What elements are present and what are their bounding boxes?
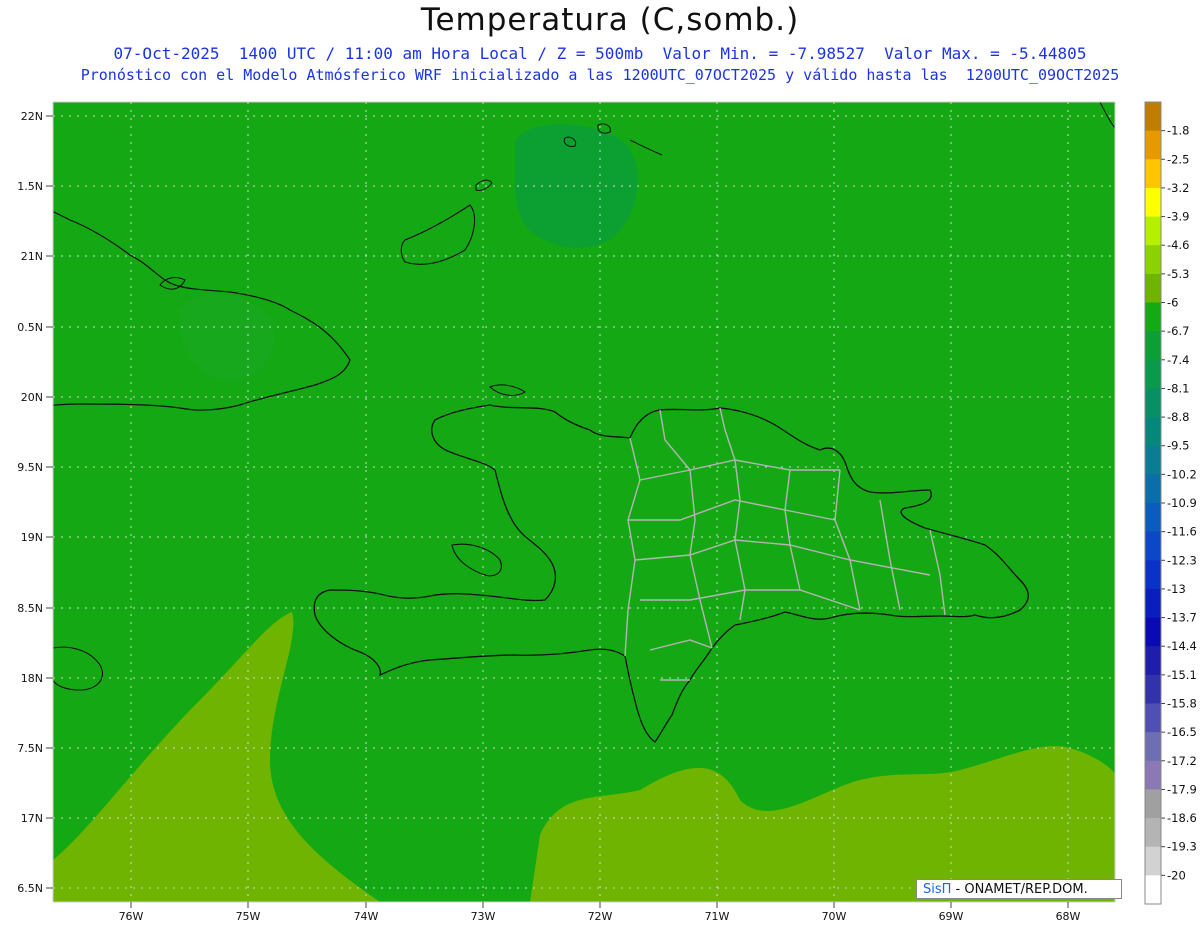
colorbar-swatch — [1145, 846, 1161, 876]
colorbar-label: -14.4 — [1167, 639, 1197, 653]
lon-label: 71W — [705, 910, 730, 923]
colorbar-label: -19.3 — [1167, 840, 1197, 854]
colorbar-swatch — [1145, 617, 1161, 647]
temperature-field — [53, 102, 1115, 902]
colorbar: -1.8 -2.5 -3.2 -3.9 -4.6 -5.3 -6 -6.7 -7.4 -8.1 -8… — [1144, 101, 1197, 905]
colorbar-swatch — [1145, 302, 1161, 332]
colorbar-label: -17.2 — [1167, 754, 1197, 768]
colorbar-swatch — [1145, 531, 1161, 561]
colorbar-swatch — [1145, 159, 1161, 189]
colorbar-swatch — [1145, 445, 1161, 475]
colorbar-label: -7.4 — [1167, 353, 1189, 367]
colorbar-swatch — [1145, 102, 1161, 132]
colorbar-swatch — [1145, 503, 1161, 533]
colorbar-swatch — [1145, 474, 1161, 504]
longitude-ticks — [130, 902, 1069, 908]
colorbar-label: -9.5 — [1167, 439, 1189, 453]
lat-label: 17N — [21, 812, 43, 825]
colorbar-swatch — [1145, 646, 1161, 676]
colorbar-label: -16.5 — [1167, 725, 1197, 739]
colorbar-swatch — [1145, 245, 1161, 275]
lon-label: 74W — [354, 910, 379, 923]
colorbar-swatch — [1145, 760, 1161, 790]
lat-label: 19N — [21, 531, 43, 544]
lat-label: 21N — [21, 250, 43, 263]
colorbar-label: -10.2 — [1167, 467, 1197, 481]
colorbar-swatch — [1145, 703, 1161, 733]
colorbar-label: -10.9 — [1167, 496, 1197, 510]
colorbar-swatch — [1145, 130, 1161, 160]
colorbar-swatch — [1145, 588, 1161, 619]
credit-box: SisΠ - ONAMET/REP.DOM. — [916, 879, 1122, 899]
credit-sis-logo: SisΠ — [923, 882, 952, 897]
lat-label: 7.5N — [17, 742, 43, 755]
colorbar-label: -13 — [1167, 582, 1186, 596]
colorbar-label: -17.9 — [1167, 782, 1197, 796]
lat-label: 9.5N — [17, 461, 43, 474]
colorbar-label: -6.7 — [1167, 324, 1189, 338]
lon-label: 70W — [822, 910, 847, 923]
colorbar-swatch — [1145, 560, 1161, 590]
lon-label: 69W — [939, 910, 964, 923]
colorbar-swatch — [1145, 417, 1161, 447]
colorbar-label: -3.2 — [1167, 181, 1189, 195]
colorbar-swatch — [1145, 359, 1161, 389]
forecast-map: 22N 1.5N 21N 0.5N 20N 9.5N 19N 8.5N 18N … — [17, 101, 1197, 923]
latitude-ticks — [46, 115, 53, 889]
colorbar-swatch — [1145, 732, 1161, 762]
lat-label: 0.5N — [17, 321, 43, 334]
colorbar-label: -20 — [1167, 868, 1186, 882]
colorbar-label: -11.6 — [1167, 525, 1197, 539]
colorbar-swatch — [1145, 875, 1161, 905]
lat-label: 1.5N — [17, 180, 43, 193]
lat-label: 6.5N — [17, 882, 43, 895]
credit-text: - ONAMET/REP.DOM. — [951, 882, 1088, 897]
lon-label: 75W — [236, 910, 261, 923]
lat-label: 22N — [21, 110, 43, 123]
latitude-labels: 22N 1.5N 21N 0.5N 20N 9.5N 19N 8.5N 18N … — [17, 110, 43, 895]
colorbar-swatch — [1145, 674, 1161, 704]
colorbar-label: -6 — [1167, 296, 1178, 310]
colorbar-swatch — [1145, 818, 1161, 848]
lon-label: 76W — [119, 910, 144, 923]
colorbar-label: -4.6 — [1167, 238, 1189, 252]
lat-label: 8.5N — [17, 602, 43, 615]
colorbar-label: -8.1 — [1167, 381, 1189, 395]
colorbar-swatch — [1145, 789, 1161, 819]
colorbar-label: -15.1 — [1167, 668, 1197, 682]
colorbar-label: -2.5 — [1167, 152, 1189, 166]
lon-label: 73W — [471, 910, 496, 923]
colorbar-label: -3.9 — [1167, 210, 1189, 224]
colorbar-swatch — [1145, 388, 1161, 418]
lon-label: 72W — [588, 910, 613, 923]
longitude-labels: 76W 75W 74W 73W 72W 71W 70W 69W 68W — [119, 910, 1081, 923]
colorbar-swatch — [1145, 273, 1161, 303]
lat-label: 18N — [21, 672, 43, 685]
colorbar-swatch — [1145, 187, 1161, 218]
colorbar-swatch — [1145, 216, 1161, 246]
colorbar-label: -13.7 — [1167, 611, 1197, 625]
colorbar-label: -8.8 — [1167, 410, 1189, 424]
colorbar-label: -5.3 — [1167, 267, 1189, 281]
colorbar-label: -15.8 — [1167, 697, 1197, 711]
lon-label: 68W — [1056, 910, 1081, 923]
colorbar-label: -1.8 — [1167, 124, 1189, 138]
colorbar-label: -18.6 — [1167, 811, 1197, 825]
colorbar-swatch — [1145, 331, 1161, 361]
colorbar-label: -12.3 — [1167, 553, 1197, 567]
lat-label: 20N — [21, 391, 43, 404]
